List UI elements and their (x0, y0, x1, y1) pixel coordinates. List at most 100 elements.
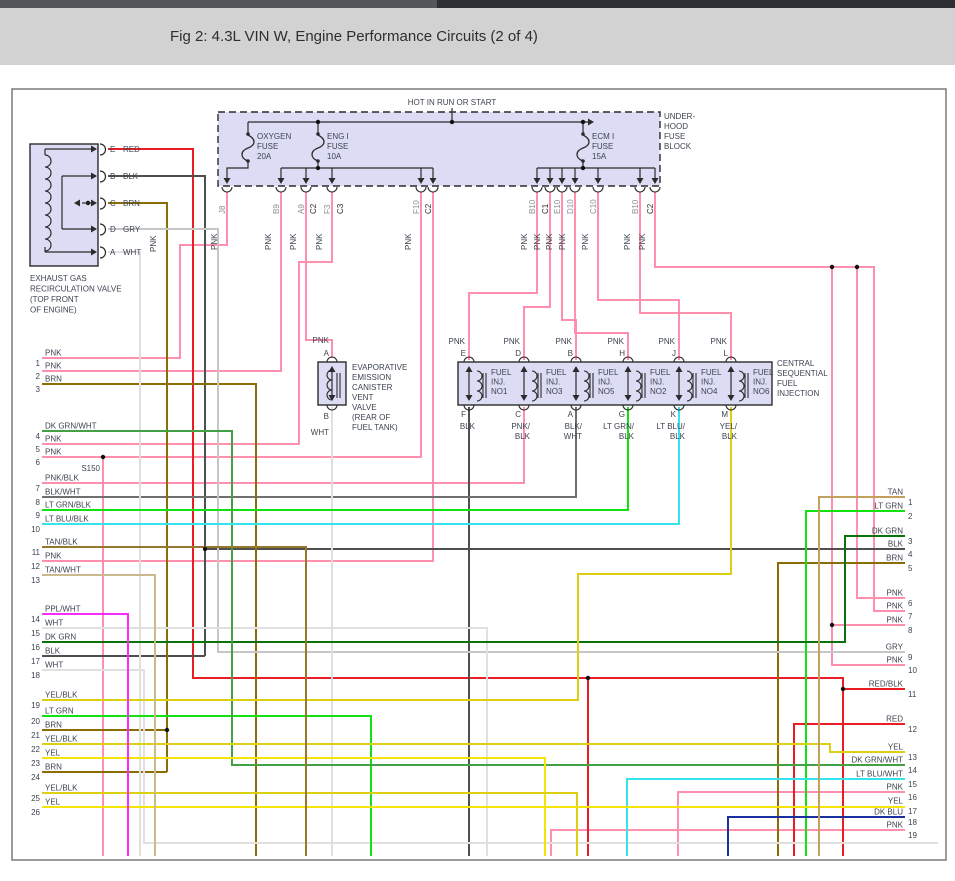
connector-id: C2 (424, 203, 433, 214)
wire-color-label: PNK (315, 233, 324, 250)
evap-caption: EMISSION (352, 373, 391, 382)
wiring-diagram: HOT IN RUN OR STARTUNDER-HOODFUSEBLOCKOX… (11, 88, 947, 861)
right-pin-number: 3 (908, 537, 913, 546)
connector-id: C1 (541, 203, 550, 214)
fuse-label: FUSE (327, 142, 348, 151)
evap-caption: VALVE (352, 403, 377, 412)
right-pin-wire-color: DK GRN/WHT (851, 756, 903, 765)
left-pin-wire-color: PNK (45, 448, 62, 457)
right-pin-wire-color: RED/BLK (869, 680, 904, 689)
right-pin-number: 17 (908, 807, 917, 816)
injector-top-pin: J (672, 349, 676, 358)
junction-dot (164, 727, 170, 733)
injector-top-pin: L (724, 349, 729, 358)
wire-color-label: PNK (264, 233, 273, 250)
left-pin-wire-color: WHT (45, 661, 63, 670)
wiring-diagram-canvas: HOT IN RUN OR START UNDER- HOOD FUSE BLOCK OX… (0, 0, 955, 876)
injector-top-pin: H (619, 349, 625, 358)
right-pin-wire-color: PNK (887, 821, 904, 830)
wire-color-label: PNK (623, 233, 632, 250)
injector-name: FUEL (546, 368, 567, 377)
fuse-label: ECM I (592, 132, 614, 141)
left-pin-wire-color: BRN (45, 375, 62, 384)
left-pin-wire-color: PNK (45, 362, 62, 371)
connector-id: C2 (309, 203, 318, 214)
right-pin-wire-color: DK BLU (874, 808, 903, 817)
left-pin-wire-color: YEL/BLK (45, 735, 78, 744)
injector-bottom-wire-color: LT GRN/ (603, 422, 635, 431)
evap-top-wire-color: PNK (313, 336, 330, 345)
left-pin-wire-color: YEL (45, 749, 61, 758)
injector-bottom-pin: F (461, 410, 466, 419)
right-pin-number: 8 (908, 626, 913, 635)
injector-name: INJ. (598, 378, 612, 387)
injector-bottom-pin: K (671, 410, 677, 419)
connector-id: J8 (218, 205, 227, 214)
left-pin-number: 17 (31, 657, 40, 666)
csfi-caption: FUEL (777, 379, 798, 388)
injector-name: INJ. (650, 378, 664, 387)
left-pin-number: 3 (36, 385, 41, 394)
left-pin-wire-color: PNK (45, 552, 62, 561)
connector-id: C3 (336, 203, 345, 214)
injector-bottom-wire-color: LT BLU/ (656, 422, 685, 431)
injector-name: FUEL (701, 368, 722, 377)
egr-pin-letter: E (110, 145, 115, 154)
left-pin-number: 19 (31, 701, 40, 710)
injector-name: NO5 (598, 387, 615, 396)
connector-id: B9 (272, 204, 281, 214)
egr-caption: EXHAUST GAS (30, 274, 87, 283)
left-pin-wire-color: BRN (45, 763, 62, 772)
connector-id: F10 (412, 200, 421, 214)
wire-color-label: PNK (581, 233, 590, 250)
injector-top-wire-color: PNK (659, 337, 676, 346)
injector-bottom-wire-color: WHT (564, 432, 582, 441)
left-pin-wire-color: WHT (45, 619, 63, 628)
injector-name: INJ. (546, 378, 560, 387)
evap-bottom-pin: B (324, 412, 329, 421)
injector-bottom-pin: A (568, 410, 574, 419)
wire-color-label: PNK (149, 235, 158, 252)
fuse-label: 15A (592, 152, 607, 161)
junction-dot (829, 264, 835, 270)
injector-bottom-wire-color: BLK (722, 432, 738, 441)
left-pin-wire-color: TAN/BLK (45, 538, 78, 547)
right-pin-wire-color: GRY (886, 643, 904, 652)
egr-caption: RECIRCULATION VALVE (30, 285, 122, 294)
egr-pin-letter: A (110, 248, 116, 257)
injector-name: NO3 (546, 387, 563, 396)
right-pin-number: 10 (908, 666, 917, 675)
injector-name: FUEL (650, 368, 671, 377)
left-pin-wire-color: BLK/WHT (45, 488, 81, 497)
left-pin-wire-color: YEL (45, 798, 61, 807)
right-pin-number: 12 (908, 725, 917, 734)
injector-bottom-wire-color: PNK/ (511, 422, 530, 431)
injector-name: NO4 (701, 387, 718, 396)
csfi-caption: SEQUENTIAL (777, 369, 828, 378)
left-pin-number: 5 (36, 445, 41, 454)
injector-top-wire-color: PNK (504, 337, 521, 346)
left-pin-number: 15 (31, 629, 40, 638)
wire-color-label: PNK (289, 233, 298, 250)
right-pin-wire-color: LT BLU/WHT (856, 770, 903, 779)
junction-dot (585, 675, 591, 681)
left-pin-number: 26 (31, 808, 40, 817)
left-pin-number: 8 (36, 498, 41, 507)
left-pin-number: 22 (31, 745, 40, 754)
injector-bottom-wire-color: YEL/ (720, 422, 738, 431)
csfi-caption: CENTRAL (777, 359, 815, 368)
left-pin-wire-color: DK GRN/WHT (45, 422, 97, 431)
injector-top-pin: B (568, 349, 573, 358)
right-pin-number: 2 (908, 512, 913, 521)
evap-caption: VENT (352, 393, 373, 402)
right-pin-number: 6 (908, 599, 913, 608)
connector-id: E10 (553, 199, 562, 214)
left-pin-wire-color: BLK (45, 647, 61, 656)
right-pin-wire-color: PNK (887, 589, 904, 598)
fuse-label: FUSE (592, 142, 613, 151)
connector-id: A9 (297, 204, 306, 214)
hot-in-run-or-start-label: HOT IN RUN OR START (408, 98, 497, 107)
right-pin-wire-color: YEL (888, 797, 904, 806)
left-pin-number: 10 (31, 525, 40, 534)
fuse-label: 20A (257, 152, 272, 161)
